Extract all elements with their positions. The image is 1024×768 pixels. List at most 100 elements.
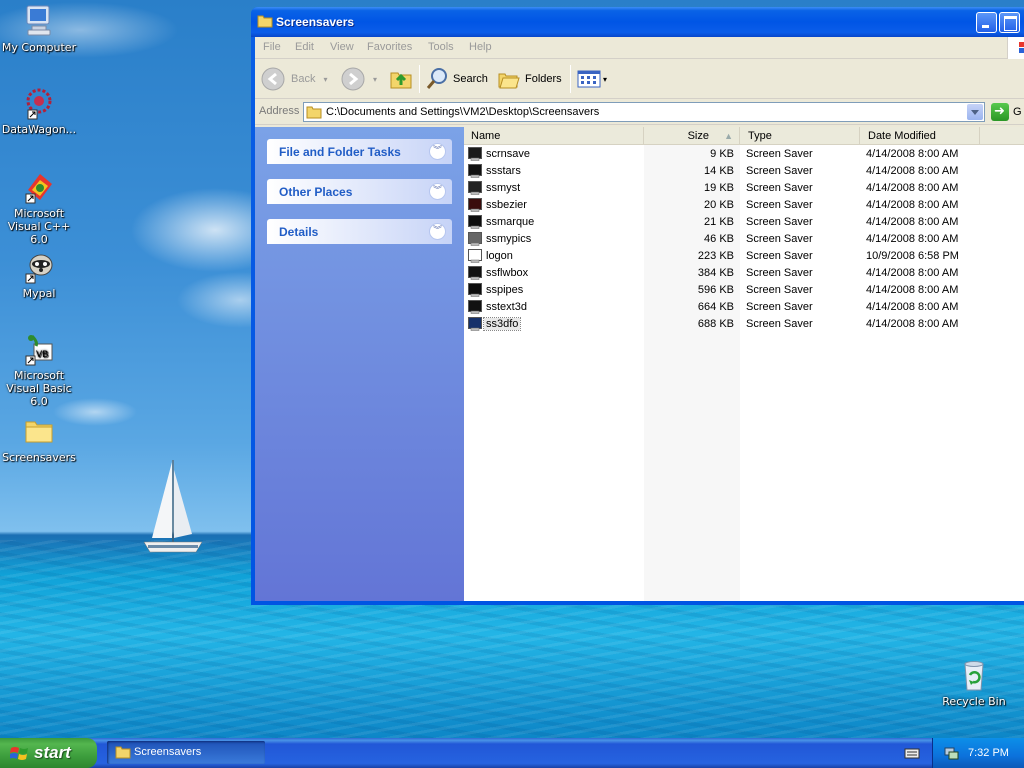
file-size: 14 KB (704, 165, 734, 177)
views-icon (577, 70, 601, 88)
desktop-icon-label: Screensavers (2, 451, 76, 464)
file-name: logon (486, 250, 513, 262)
windows-logo-icon (10, 747, 28, 760)
address-input[interactable]: C:\Documents and Settings\VM2\Desktop\Sc… (303, 102, 985, 122)
file-type: Screen Saver (746, 318, 813, 330)
menu-favorites[interactable]: Favorites (367, 41, 412, 53)
column-header-name[interactable]: Name (464, 127, 644, 145)
table-row[interactable]: ssflwbox 384 KB Screen Saver 4/14/2008 8:00… (464, 265, 1024, 282)
column-header-date-modified[interactable]: Date Modified (860, 127, 980, 145)
other-places-header[interactable]: Other Places ︾ (267, 179, 452, 204)
chevron-down-icon[interactable]: ▾ (373, 75, 377, 84)
menu-edit[interactable]: Edit (295, 41, 314, 53)
svg-text:VB: VB (36, 350, 48, 360)
taskbar-item-screensavers[interactable]: Screensavers (107, 741, 265, 764)
views-button[interactable]: ▾ (577, 67, 607, 91)
menu-view[interactable]: View (330, 41, 354, 53)
file-type: Screen Saver (746, 250, 813, 262)
file-type: Screen Saver (746, 284, 813, 296)
address-dropdown-button[interactable] (967, 104, 983, 120)
go-arrow-icon (991, 103, 1009, 121)
toolbar: Back ▾ ▾ Search Folders ▾ (255, 59, 1024, 99)
folder-icon (257, 15, 273, 28)
file-date: 4/14/2008 8:00 AM (866, 267, 959, 279)
maximize-button[interactable] (999, 12, 1020, 33)
table-row[interactable]: ssmarque 21 KB Screen Saver 4/14/2008 8:00 … (464, 214, 1024, 231)
folder-icon (22, 414, 56, 448)
table-row[interactable]: ssbezier 20 KB Screen Saver 4/14/2008 8:00 … (464, 197, 1024, 214)
file-type: Screen Saver (746, 148, 813, 160)
file-size: 596 KB (697, 284, 734, 296)
chevron-down-icon[interactable]: ︾ (429, 223, 446, 240)
system-tray: 7:32 PM (932, 738, 1024, 768)
go-button[interactable]: G (991, 103, 1024, 121)
desktop-icon-label: DataWagon... (1, 123, 77, 136)
file-size: 46 KB (704, 233, 734, 245)
table-row[interactable]: ss3dfo 688 KB Screen Saver 4/14/2008 8:00 A… (464, 316, 1024, 333)
keyboard-icon[interactable] (904, 746, 920, 760)
minimize-button[interactable] (976, 12, 997, 33)
up-folder-button[interactable] (389, 67, 413, 91)
sort-ascending-icon: ▲ (724, 131, 733, 141)
table-row[interactable]: sstext3d 664 KB Screen Saver 4/14/2008 8:00… (464, 299, 1024, 316)
desktop-icon-screensavers-folder[interactable]: Screensavers (1, 414, 77, 464)
menu-tools[interactable]: Tools (428, 41, 454, 53)
clock: 7:32 PM (968, 747, 1009, 759)
column-header-type[interactable]: Type (740, 127, 860, 145)
details-header[interactable]: Details ︾ (267, 219, 452, 244)
task-pane: File and Folder Tasks ︾ Other Places ︾ D… (255, 127, 464, 601)
back-label: Back (291, 73, 316, 85)
table-row[interactable]: sspipes 596 KB Screen Saver 4/14/2008 8:00 … (464, 282, 1024, 299)
menu-help[interactable]: Help (469, 41, 492, 53)
section-label: Details (279, 225, 319, 239)
column-header-filler (980, 127, 1024, 145)
mypal-icon (22, 250, 56, 284)
desktop-icon-label: My Computer (1, 41, 77, 54)
folder-icon (306, 106, 322, 119)
back-button[interactable]: Back ▾ (261, 67, 327, 91)
file-name: sspipes (486, 284, 524, 296)
file-type: Screen Saver (746, 165, 813, 177)
title-bar[interactable]: Screensavers (251, 7, 1024, 37)
folder-icon (115, 746, 131, 759)
column-header-label: Type (748, 130, 772, 142)
network-icon[interactable] (943, 745, 959, 761)
file-size: 20 KB (704, 199, 734, 211)
file-list[interactable]: Name Size ▲ Type Date Modified scrnsave 9 … (464, 127, 1024, 601)
menu-file[interactable]: File (263, 41, 281, 53)
desktop-icon-label: Microsoft Visual Basic 6.0 (6, 369, 72, 408)
table-row[interactable]: scrnsave 9 KB Screen Saver 4/14/2008 8:00 A… (464, 146, 1024, 163)
forward-button[interactable]: ▾ (341, 67, 377, 91)
chevron-down-icon[interactable]: ▾ (323, 75, 327, 84)
address-value: C:\Documents and Settings\VM2\Desktop\Sc… (326, 106, 600, 118)
desktop-icon-recycle-bin[interactable]: Recycle Bin (936, 658, 1012, 708)
desktop-icon-visual-basic[interactable]: VB Microsoft Visual Basic 6.0 (1, 332, 77, 408)
desktop-icon-mypal[interactable]: Mypal (1, 250, 77, 300)
file-date: 4/14/2008 8:00 AM (866, 284, 959, 296)
toolbar-separator (570, 65, 571, 93)
chevron-down-icon[interactable]: ︾ (429, 143, 446, 160)
chevron-down-icon[interactable]: ︾ (429, 183, 446, 200)
section-label: Other Places (279, 185, 353, 199)
explorer-window: Screensavers File Edit View Favorites To… (251, 7, 1024, 605)
file-folder-tasks-header[interactable]: File and Folder Tasks ︾ (267, 139, 452, 164)
search-button[interactable]: Search (425, 67, 488, 91)
desktop-icon-my-computer[interactable]: My Computer (1, 4, 77, 54)
table-row[interactable]: ssmypics 46 KB Screen Saver 4/14/2008 8:00 … (464, 231, 1024, 248)
start-button[interactable]: start (0, 738, 97, 768)
desktop-icon-visual-cpp[interactable]: Microsoft Visual C++ 6.0 (1, 170, 77, 246)
desktop-icon-datawagon[interactable]: DataWagon... (1, 86, 77, 136)
screensaver-icon (468, 181, 482, 195)
file-date: 10/9/2008 6:58 PM (866, 250, 959, 262)
table-row[interactable]: logon 223 KB Screen Saver 10/9/2008 6:58 PM (464, 248, 1024, 265)
chevron-down-icon[interactable]: ▾ (603, 75, 607, 84)
column-header-size[interactable]: Size ▲ (644, 127, 740, 145)
screensaver-icon (468, 198, 482, 212)
table-row[interactable]: ssstars 14 KB Screen Saver 4/14/2008 8:00 A… (464, 163, 1024, 180)
file-type: Screen Saver (746, 301, 813, 313)
file-date: 4/14/2008 8:00 AM (866, 148, 959, 160)
file-name: ssflwbox (486, 267, 529, 279)
table-row[interactable]: ssmyst 19 KB Screen Saver 4/14/2008 8:00 AM (464, 180, 1024, 197)
computer-icon (22, 4, 56, 38)
folders-button[interactable]: Folders (497, 67, 562, 91)
